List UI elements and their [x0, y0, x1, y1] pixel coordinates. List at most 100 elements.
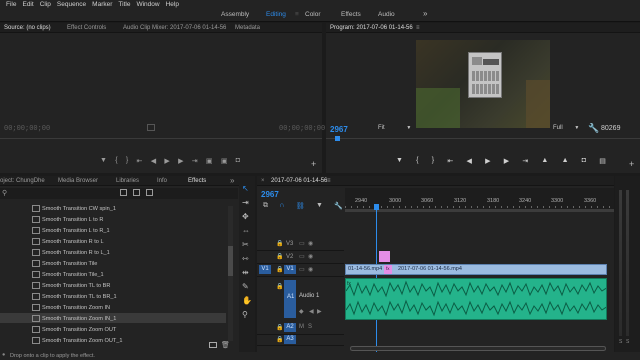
tab-effect-controls[interactable]: Effect Controls — [67, 25, 106, 31]
razor-icon[interactable]: ✂ — [242, 240, 249, 249]
menu-file[interactable]: File — [6, 1, 16, 8]
tab-effects[interactable]: Effects — [188, 178, 206, 184]
program-add-button-icon[interactable]: + — [629, 159, 634, 169]
timeline-timecode[interactable]: 2967 — [261, 190, 279, 199]
workspace-audio[interactable]: Audio — [378, 11, 395, 18]
tab-project[interactable]: oject: ChungDhe — [0, 178, 45, 184]
lock-icon[interactable]: 🔒 — [276, 253, 283, 260]
add-marker-icon[interactable]: ▼ — [316, 202, 323, 212]
program-menu-icon[interactable]: ≡ — [416, 25, 420, 31]
fit-dropdown[interactable]: Fit ▼ — [378, 125, 411, 131]
list-item[interactable]: Smooth Transition R to L — [32, 238, 104, 245]
selection-tool-icon[interactable]: ↖ — [242, 184, 249, 193]
workspace-more-icon[interactable]: » — [423, 9, 427, 18]
program-video-frame[interactable] — [416, 40, 550, 128]
go-to-in-icon[interactable]: ⇤ — [447, 157, 453, 165]
program-timecode[interactable]: 2967 — [330, 125, 348, 134]
pen-icon[interactable]: ✎ — [242, 282, 249, 291]
mark-in-icon[interactable]: { — [416, 157, 418, 165]
yuv-effects-icon[interactable] — [146, 189, 153, 196]
workspace-color[interactable]: Color — [305, 11, 321, 18]
effects-more-icon[interactable]: » — [230, 176, 234, 185]
tab-program[interactable]: Program: 2017-07-06 01-14-56 — [330, 25, 413, 31]
slip-icon[interactable]: ⇿ — [242, 254, 249, 263]
go-to-out-icon[interactable]: ⇥ — [192, 157, 198, 165]
new-folder-icon[interactable] — [209, 342, 217, 348]
wrench-icon[interactable]: 🔧 — [588, 123, 599, 134]
sync-icon[interactable]: ▭ — [299, 240, 305, 247]
menu-title[interactable]: Title — [118, 1, 130, 8]
list-item[interactable]: Smooth Transition Zoom OUT — [32, 326, 116, 333]
trash-icon[interactable]: 🗑 — [221, 341, 230, 349]
tab-audio-clip-mixer[interactable]: Audio Clip Mixer: 2017-07-06 01-14-56 — [123, 25, 226, 31]
keyframe-icon[interactable]: ◆ — [299, 308, 304, 315]
play-icon[interactable]: ▶ — [485, 157, 490, 165]
eye-icon[interactable]: ◉ — [308, 253, 313, 260]
menu-help[interactable]: Help — [166, 1, 179, 8]
tab-info[interactable]: Info — [157, 178, 167, 184]
export-frame-icon[interactable]: ◘ — [236, 157, 240, 165]
step-forward-icon[interactable]: ▶ — [178, 157, 183, 165]
effects-scrollbar[interactable] — [228, 206, 233, 341]
rolling-edit-icon[interactable]: ⇔ — [242, 226, 250, 235]
source-scrubber[interactable] — [0, 138, 322, 139]
tab-source[interactable]: Source: (no clips) — [4, 25, 51, 31]
solo-right-icon[interactable]: S — [626, 339, 629, 345]
nest-icon[interactable]: ⧉ — [263, 202, 268, 212]
lock-icon[interactable]: 🔒 — [276, 324, 283, 331]
lock-icon[interactable]: 🔒 — [276, 266, 283, 273]
solo-icon[interactable]: S — [308, 324, 312, 330]
go-to-out-icon[interactable]: ⇥ — [522, 157, 528, 165]
list-item[interactable]: Smooth Transition Tile_1 — [32, 271, 104, 278]
list-item[interactable]: Smooth Transition R to L_1 — [32, 249, 110, 256]
32bit-effects-icon[interactable] — [133, 189, 140, 196]
ripple-edit-icon[interactable]: ✥ — [242, 212, 249, 221]
source-add-button-icon[interactable]: + — [311, 159, 316, 169]
track-label-v1[interactable]: V1 — [284, 265, 296, 274]
mark-out-icon[interactable]: } — [126, 157, 128, 165]
step-forward-icon[interactable]: ▶ — [504, 157, 509, 165]
marker-clip[interactable] — [379, 251, 390, 262]
linked-selection-icon[interactable]: ⛓ — [296, 202, 305, 212]
timeline-menu-icon[interactable]: ≡ — [327, 178, 331, 184]
program-playhead-icon[interactable] — [335, 136, 340, 141]
tab-metadata[interactable]: Metadata — [235, 25, 260, 31]
list-item[interactable]: Smooth Transition CW spin_1 — [32, 205, 116, 212]
extract-icon[interactable]: ▲ — [562, 157, 569, 165]
workspace-editing[interactable]: Editing — [266, 11, 286, 18]
menu-clip[interactable]: Clip — [40, 1, 51, 8]
hand-icon[interactable]: ✋ — [242, 296, 252, 305]
menu-window[interactable]: Window — [136, 1, 159, 8]
keyframe-next-icon[interactable]: ▶ — [317, 308, 322, 315]
export-frame-icon[interactable]: ◘ — [582, 157, 586, 165]
eye-icon[interactable]: ◉ — [308, 240, 313, 247]
track-select-icon[interactable]: ⇥ — [242, 198, 249, 207]
list-item[interactable]: Smooth Transition L to R_1 — [32, 227, 110, 234]
keyframe-prev-icon[interactable]: ◀ — [309, 308, 314, 315]
eye-icon[interactable]: ◉ — [308, 266, 313, 273]
compare-view-icon[interactable]: ▤ — [599, 157, 606, 165]
list-item[interactable]: Smooth Transition Tile — [32, 260, 97, 267]
menu-edit[interactable]: Edit — [22, 1, 33, 8]
tab-media-browser[interactable]: Media Browser — [58, 178, 98, 184]
workspace-effects[interactable]: Effects — [341, 11, 361, 18]
source-target-v1[interactable]: V1 — [259, 265, 271, 274]
timeline-close-icon[interactable]: × — [261, 178, 265, 184]
lift-icon[interactable]: ▲ — [541, 157, 548, 165]
timeline-scrollbar[interactable] — [350, 346, 606, 351]
snap-icon[interactable]: ∩ — [279, 202, 284, 212]
lock-icon[interactable]: 🔒 — [276, 283, 283, 290]
tab-libraries[interactable]: Libraries — [116, 178, 139, 184]
zoom-icon[interactable]: ⚲ — [242, 310, 248, 319]
add-marker-icon[interactable]: ▼ — [100, 157, 107, 165]
lock-icon[interactable]: 🔒 — [276, 336, 283, 343]
video-clip-v1[interactable]: 01-14-56.mp4 fx 2017-07-06 01-14-56.mp4 — [345, 264, 607, 275]
sync-icon[interactable]: ▭ — [299, 253, 305, 260]
list-item[interactable]: Smooth Transition TL to BR_1 — [32, 293, 117, 300]
track-label-a2[interactable]: A2 — [284, 323, 296, 332]
workspace-assembly[interactable]: Assembly — [221, 11, 249, 18]
solo-left-icon[interactable]: S — [619, 339, 622, 345]
mark-in-icon[interactable]: { — [115, 157, 117, 165]
list-item[interactable]: Smooth Transition Zoom IN — [32, 304, 110, 311]
audio-clip-a1[interactable]: fx — [345, 278, 607, 320]
